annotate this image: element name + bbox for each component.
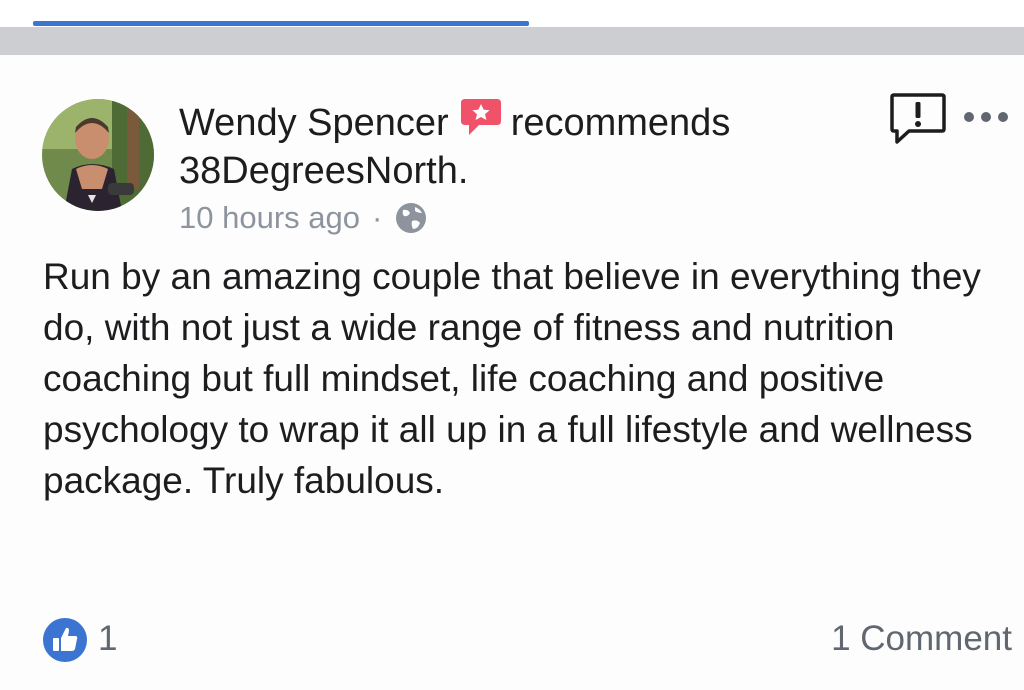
recommendation-icon — [460, 99, 501, 135]
more-options-icon — [964, 112, 1008, 122]
page: Wendy Spencer recommends 38DegreesNorth. … — [0, 0, 1024, 690]
avatar[interactable] — [42, 99, 154, 211]
post-footer: 1 1 Comment — [42, 615, 1012, 665]
author-name[interactable]: Wendy Spencer — [179, 102, 449, 144]
recommendation-post: Wendy Spencer recommends 38DegreesNorth. … — [0, 55, 1024, 690]
like-icon[interactable] — [42, 617, 88, 663]
page-name[interactable]: 38DegreesNorth. — [179, 150, 468, 192]
feed-separator — [0, 27, 1024, 55]
avatar-image — [42, 99, 154, 211]
meta-separator: · — [371, 200, 383, 235]
like-count[interactable]: 1 — [98, 619, 117, 659]
loading-progress-bar — [33, 21, 529, 26]
report-icon — [890, 93, 946, 144]
post-meta: 10 hours ago · — [179, 200, 428, 236]
more-options-button[interactable] — [962, 107, 1010, 127]
globe-icon — [396, 203, 427, 233]
post-header: Wendy Spencer recommends 38DegreesNorth. — [179, 95, 859, 195]
action-text: recommends — [510, 102, 731, 144]
top-strip — [0, 0, 1024, 27]
timestamp[interactable]: 10 hours ago — [179, 200, 360, 236]
comments-link[interactable]: 1 Comment — [831, 619, 1012, 659]
post-body: Run by an amazing couple that believe in… — [43, 256, 981, 501]
report-button[interactable] — [889, 92, 947, 146]
